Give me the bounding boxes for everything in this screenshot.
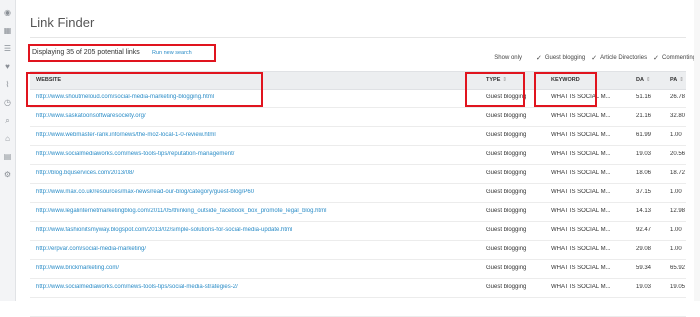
- show-only-label: Show only: [494, 54, 522, 61]
- run-new-search-link[interactable]: Run new search: [152, 50, 192, 56]
- dashboard-icon[interactable]: ▦: [3, 26, 12, 35]
- table-row: http://www.fashionitsmyway.blogspot.com/…: [30, 222, 686, 241]
- website-link[interactable]: http://erpvar.com/social-media-marketing…: [36, 246, 466, 252]
- table-row: http://www.max.co.uk/resources/max-news/…: [30, 184, 686, 203]
- da-cell: 19.03: [636, 151, 652, 157]
- da-cell: 51.16: [636, 94, 652, 100]
- pa-cell: 19.05: [670, 284, 686, 290]
- type-cell: Guest blogging: [486, 227, 527, 233]
- checkmark-icon[interactable]: ✓: [536, 54, 542, 62]
- keyword-cell: WHAT IS SOCIAL M...: [551, 246, 611, 252]
- type-cell: Guest blogging: [486, 132, 527, 138]
- da-cell: 18.06: [636, 170, 652, 176]
- table-row: http://www.legalinternetmarketingblog.co…: [30, 203, 686, 222]
- display-count-text: Displaying 35 of 205 potential links: [32, 49, 140, 56]
- website-link[interactable]: http://www.legalinternetmarketingblog.co…: [36, 208, 466, 214]
- keyword-cell: WHAT IS SOCIAL M...: [551, 189, 611, 195]
- website-link[interactable]: http://www.socialmediaworks.com/news-too…: [36, 284, 466, 290]
- list-icon[interactable]: ☰: [3, 44, 12, 53]
- keyword-cell: WHAT IS SOCIAL M...: [551, 113, 611, 119]
- document-icon[interactable]: ▤: [3, 152, 12, 161]
- type-cell: Guest blogging: [486, 246, 527, 252]
- table-row: http://erpvar.com/social-media-marketing…: [30, 241, 686, 260]
- keyword-column-highlight: [534, 72, 597, 107]
- filter-article-directories[interactable]: ✓ Article Directories: [591, 54, 647, 62]
- website-column-highlight: [26, 72, 263, 107]
- table-row: http://blog.bquservices.com/2013/08/Gues…: [30, 165, 686, 184]
- table-row: http://www.socialmediaworks.com/news-too…: [30, 279, 686, 298]
- title-divider: [30, 37, 686, 38]
- da-cell: 61.99: [636, 132, 652, 138]
- pa-cell: 1.00: [670, 189, 682, 195]
- filter-label: Guest blogging: [544, 54, 586, 61]
- scrollbar[interactable]: [694, 0, 700, 301]
- type-cell: Guest blogging: [486, 151, 527, 157]
- type-cell: Guest blogging: [486, 113, 527, 119]
- pa-cell: 32.80: [670, 113, 686, 119]
- type-cell: Guest blogging: [486, 208, 527, 214]
- main-content: Link Finder Displaying 35 of 205 potenti…: [16, 0, 700, 317]
- pa-cell: 20.56: [670, 151, 686, 157]
- chart-icon[interactable]: ⌇: [3, 80, 12, 89]
- pa-cell: 12.98: [670, 208, 686, 214]
- header-da[interactable]: DA ⇕: [636, 77, 651, 83]
- keyword-cell: WHAT IS SOCIAL M...: [551, 132, 611, 138]
- da-cell: 29.08: [636, 246, 652, 252]
- website-link[interactable]: http://www.brickmarketing.com/: [36, 265, 466, 271]
- left-sidebar: ◉ ▦ ☰ ♥ ⌇ ◷ ⌕ ⌂ ▤ ⚙: [0, 0, 16, 301]
- keyword-cell: WHAT IS SOCIAL M...: [551, 151, 611, 157]
- website-link[interactable]: http://www.webmaster-rank.info/news/the-…: [36, 132, 466, 138]
- header-pa[interactable]: PA ⇕: [670, 77, 684, 83]
- da-cell: 37.15: [636, 189, 652, 195]
- table-row: http://www.webmaster-rank.info/news/the-…: [30, 127, 686, 146]
- pa-cell: 18.72: [670, 170, 686, 176]
- table-row: http://www.socialmediaworks.com/news-too…: [30, 146, 686, 165]
- checkmark-icon[interactable]: ✓: [653, 54, 659, 62]
- filter-commenting[interactable]: ✓ Commenting: [653, 54, 696, 62]
- keyword-cell: WHAT IS SOCIAL M...: [551, 170, 611, 176]
- keyword-cell: WHAT IS SOCIAL M...: [551, 284, 611, 290]
- type-cell: Guest blogging: [486, 284, 527, 290]
- gauge-icon[interactable]: ◉: [3, 8, 12, 17]
- page-title: Link Finder: [30, 15, 95, 30]
- type-column-highlight: [465, 72, 525, 107]
- clock-icon[interactable]: ◷: [3, 98, 12, 107]
- keyword-cell: WHAT IS SOCIAL M...: [551, 227, 611, 233]
- website-link[interactable]: http://blog.bquservices.com/2013/08/: [36, 170, 466, 176]
- pa-cell: 65.92: [670, 265, 686, 271]
- da-cell: 21.16: [636, 113, 652, 119]
- filter-guest-blogging[interactable]: ✓ Guest blogging: [536, 54, 585, 62]
- keyword-cell: WHAT IS SOCIAL M...: [551, 208, 611, 214]
- type-cell: Guest blogging: [486, 189, 527, 195]
- website-link[interactable]: http://www.saskatoonsoftwaresociety.org/: [36, 113, 466, 119]
- table-row: http://www.saskatoonsoftwaresociety.org/…: [30, 108, 686, 127]
- search-icon[interactable]: ⌕: [3, 116, 12, 125]
- pa-cell: 1.00: [670, 246, 682, 252]
- filter-bar: Show only ✓ Guest blogging ✓ Article Dir…: [494, 53, 696, 62]
- gear-icon[interactable]: ⚙: [3, 170, 12, 179]
- tags-icon[interactable]: ⌂: [3, 134, 12, 143]
- type-cell: Guest blogging: [486, 170, 527, 176]
- da-cell: 19.03: [636, 284, 652, 290]
- pa-cell: 1.00: [670, 227, 682, 233]
- pa-cell: 1.00: [670, 132, 682, 138]
- heartbeat-icon[interactable]: ♥: [3, 62, 12, 71]
- pa-cell: 26.78: [670, 94, 686, 100]
- checkmark-icon[interactable]: ✓: [591, 54, 597, 62]
- table-row: http://www.brickmarketing.com/Guest blog…: [30, 260, 686, 279]
- filter-label: Commenting: [661, 54, 696, 61]
- da-cell: 92.47: [636, 227, 652, 233]
- da-cell: 59.34: [636, 265, 652, 271]
- website-link[interactable]: http://www.max.co.uk/resources/max-news/…: [36, 189, 466, 195]
- da-cell: 14.13: [636, 208, 652, 214]
- website-link[interactable]: http://www.socialmediaworks.com/news-too…: [36, 151, 466, 157]
- keyword-cell: WHAT IS SOCIAL M...: [551, 265, 611, 271]
- website-link[interactable]: http://www.fashionitsmyway.blogspot.com/…: [36, 227, 466, 233]
- filter-label: Article Directories: [600, 54, 648, 61]
- type-cell: Guest blogging: [486, 265, 527, 271]
